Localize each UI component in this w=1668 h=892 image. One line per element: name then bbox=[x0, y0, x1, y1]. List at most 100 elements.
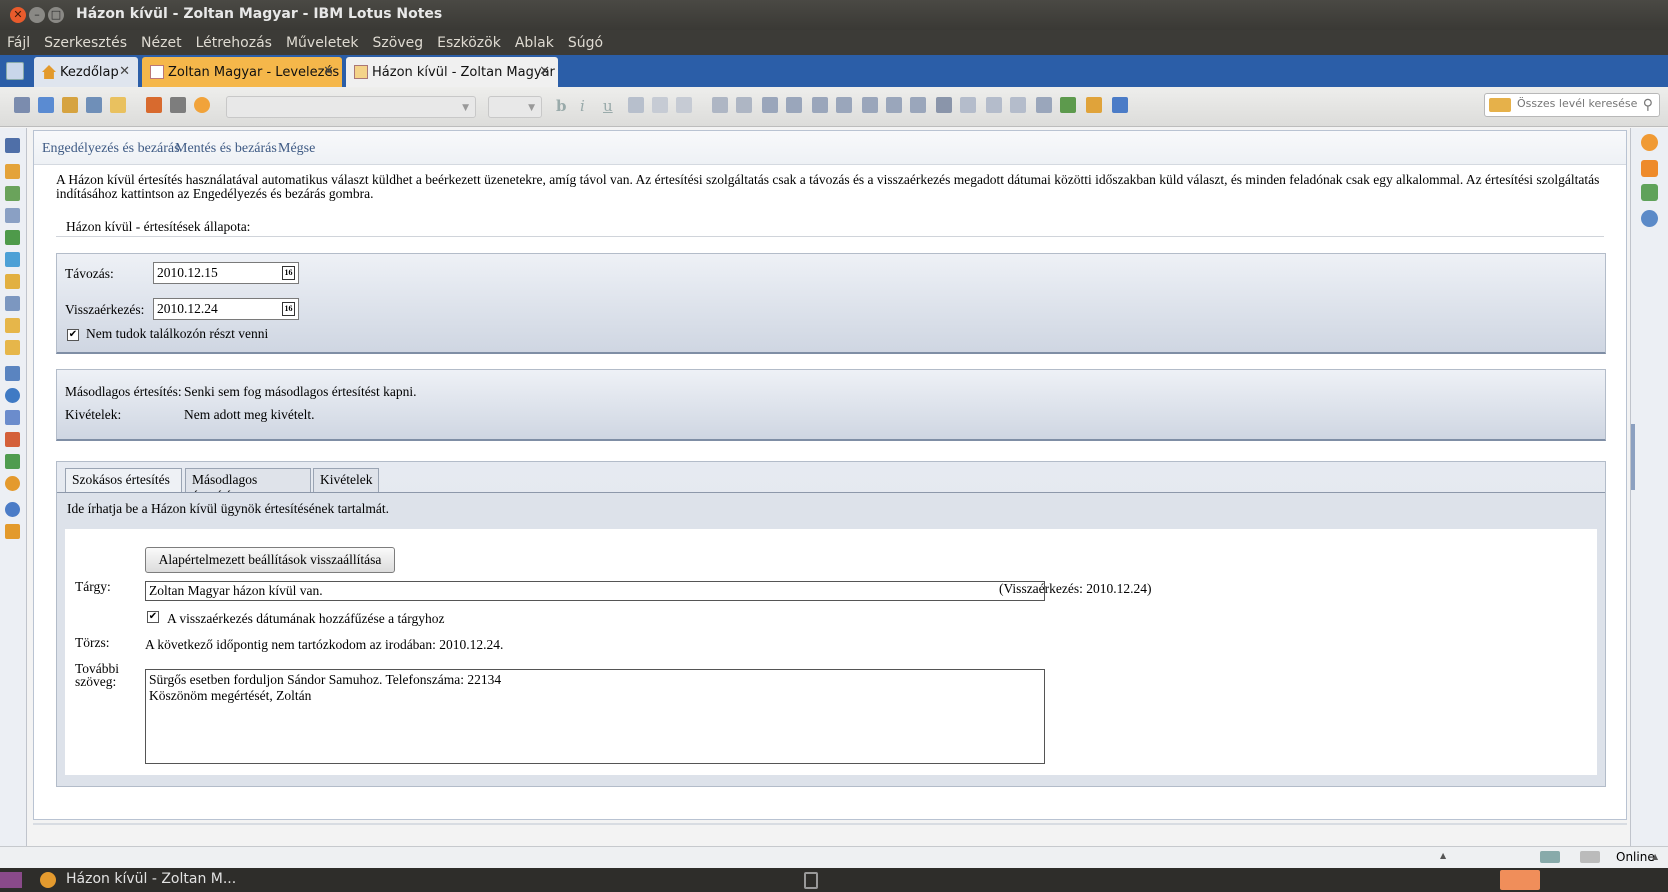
tab-exceptions[interactable]: Kivételek bbox=[313, 468, 379, 492]
close-icon[interactable]: ✕ bbox=[119, 64, 130, 79]
align-justify-icon[interactable] bbox=[836, 97, 852, 113]
close-icon[interactable]: ✕ bbox=[323, 64, 334, 79]
paste-icon[interactable] bbox=[62, 97, 78, 113]
help-icon[interactable] bbox=[1112, 97, 1128, 113]
save-and-close-button[interactable]: Mentés és bezárás bbox=[175, 141, 277, 157]
enable-and-close-button[interactable]: Engedélyezés és bezárás bbox=[42, 141, 180, 157]
reset-defaults-button[interactable]: Alapértelmezett beállítások visszaállítá… bbox=[145, 547, 395, 573]
bullet-list-icon[interactable] bbox=[762, 97, 778, 113]
activities-icon[interactable] bbox=[1641, 210, 1658, 227]
globe-icon[interactable] bbox=[5, 388, 20, 403]
tab-out-of-office[interactable]: Házon kívül - Zoltan Magyar ✕ bbox=[346, 57, 558, 87]
line-spacing-icon[interactable] bbox=[910, 97, 926, 113]
sametime-icon[interactable] bbox=[1641, 134, 1658, 151]
cancel-button[interactable]: Mégse bbox=[278, 141, 315, 157]
calendar-picker-icon[interactable]: 16 bbox=[282, 302, 295, 316]
paste-special-icon[interactable] bbox=[86, 97, 102, 113]
tab-home[interactable]: Kezdőlap ✕ bbox=[34, 57, 138, 87]
attachment-icon[interactable] bbox=[986, 97, 1002, 113]
workspace-icon[interactable] bbox=[5, 274, 20, 289]
chevron-up-icon[interactable]: ▲ bbox=[1440, 851, 1446, 860]
window-maximize-button[interactable]: □ bbox=[48, 7, 64, 23]
menu-window[interactable]: Ablak bbox=[508, 35, 561, 51]
italic-icon[interactable]: i bbox=[580, 97, 585, 115]
indent-icon[interactable] bbox=[712, 97, 728, 113]
recent-icon[interactable] bbox=[5, 296, 20, 311]
chart-icon[interactable] bbox=[5, 454, 20, 469]
copy-icon[interactable] bbox=[38, 97, 54, 113]
insert-icon[interactable] bbox=[1036, 97, 1052, 113]
text-icon[interactable] bbox=[5, 410, 20, 425]
binoculars-icon[interactable] bbox=[5, 138, 20, 153]
taskbar-item[interactable]: Házon kívül - Zoltan M... bbox=[66, 871, 236, 887]
cant-attend-checkbox[interactable]: ✔ bbox=[67, 329, 79, 341]
bold-icon[interactable]: b bbox=[556, 97, 567, 115]
align-left-icon[interactable] bbox=[862, 97, 878, 113]
folder-icon[interactable] bbox=[5, 318, 20, 333]
new-icon[interactable] bbox=[110, 97, 126, 113]
outdent-icon[interactable] bbox=[736, 97, 752, 113]
mail-icon[interactable] bbox=[5, 164, 20, 179]
open-list-icon[interactable] bbox=[6, 62, 24, 80]
menu-text[interactable]: Szöveg bbox=[366, 35, 431, 51]
append-date-checkbox[interactable]: ✔ bbox=[147, 611, 159, 623]
styles-icon[interactable] bbox=[936, 97, 952, 113]
subject-field[interactable]: Zoltan Magyar házon kívül van. bbox=[145, 581, 1045, 601]
search-box[interactable]: ⚲ bbox=[1484, 93, 1660, 117]
spellcheck-icon[interactable] bbox=[1060, 97, 1076, 113]
calendar-picker-icon[interactable]: 16 bbox=[282, 266, 295, 280]
print-icon[interactable] bbox=[170, 97, 186, 113]
menu-tools[interactable]: Eszközök bbox=[430, 35, 508, 51]
online-status[interactable]: Online bbox=[1616, 850, 1655, 864]
menu-file[interactable]: Fájl bbox=[0, 35, 37, 51]
menu-help[interactable]: Súgó bbox=[561, 35, 610, 51]
help-icon[interactable] bbox=[5, 502, 20, 517]
trash-icon[interactable] bbox=[804, 872, 818, 889]
edit-status-icon[interactable] bbox=[1540, 851, 1560, 863]
fill-color-icon[interactable] bbox=[676, 97, 692, 113]
feeds-icon[interactable] bbox=[5, 366, 20, 381]
leave-date-field[interactable]: 2010.12.15 16 bbox=[153, 262, 299, 284]
chevron-up-icon[interactable]: ▲ bbox=[1652, 852, 1658, 861]
sidebar-collapse-handle[interactable] bbox=[1631, 424, 1635, 490]
close-icon[interactable]: ✕ bbox=[539, 64, 550, 79]
menu-actions[interactable]: Műveletek bbox=[279, 35, 366, 51]
search-input[interactable] bbox=[1517, 97, 1637, 110]
home-icon[interactable] bbox=[5, 524, 20, 539]
tab-mail[interactable]: Zoltan Magyar - Levelezés ✕ bbox=[142, 57, 342, 87]
sametime-icon[interactable] bbox=[5, 476, 20, 491]
calendar-icon[interactable] bbox=[1641, 184, 1658, 201]
align-right-icon[interactable] bbox=[886, 97, 902, 113]
tab-standard-notification[interactable]: Szokásos értesítés bbox=[65, 468, 182, 492]
hotspot-icon[interactable] bbox=[1086, 97, 1102, 113]
text-color-icon[interactable] bbox=[628, 97, 644, 113]
folder-icon[interactable] bbox=[5, 340, 20, 355]
font-size-combo[interactable]: ▼ bbox=[488, 96, 542, 118]
font-combo[interactable]: ▼ bbox=[226, 96, 476, 118]
todo-icon[interactable] bbox=[5, 230, 20, 245]
extra-text-area[interactable]: Sürgős esetben forduljon Sándor Samuhoz.… bbox=[145, 669, 1045, 764]
highlight-icon[interactable] bbox=[652, 97, 668, 113]
return-date-field[interactable]: 2010.12.24 16 bbox=[153, 298, 299, 320]
workspace-switcher-icon[interactable] bbox=[0, 872, 22, 888]
replicate-icon[interactable] bbox=[5, 252, 20, 267]
number-list-icon[interactable] bbox=[786, 97, 802, 113]
stop-icon[interactable] bbox=[194, 97, 210, 113]
search-scope-icon[interactable] bbox=[1489, 98, 1511, 112]
underline-icon[interactable]: u bbox=[603, 97, 613, 115]
link-icon[interactable] bbox=[1010, 97, 1026, 113]
calendar-icon[interactable] bbox=[5, 186, 20, 201]
replication-status-icon[interactable] bbox=[1580, 851, 1600, 863]
feeds-icon[interactable] bbox=[1641, 160, 1658, 177]
window-minimize-button[interactable]: – bbox=[29, 7, 45, 23]
menu-edit[interactable]: Szerkesztés bbox=[37, 35, 134, 51]
contacts-icon[interactable] bbox=[5, 208, 20, 223]
table-icon[interactable] bbox=[960, 97, 976, 113]
menu-view[interactable]: Nézet bbox=[134, 35, 189, 51]
menu-create[interactable]: Létrehozás bbox=[189, 35, 279, 51]
cut-icon[interactable] bbox=[14, 97, 30, 113]
tray-notes-icon[interactable] bbox=[1500, 870, 1540, 890]
tab-secondary-notification[interactable]: Másodlagos értesítés bbox=[185, 468, 311, 503]
search-icon[interactable]: ⚲ bbox=[1643, 97, 1653, 113]
bookmark-icon[interactable] bbox=[5, 432, 20, 447]
